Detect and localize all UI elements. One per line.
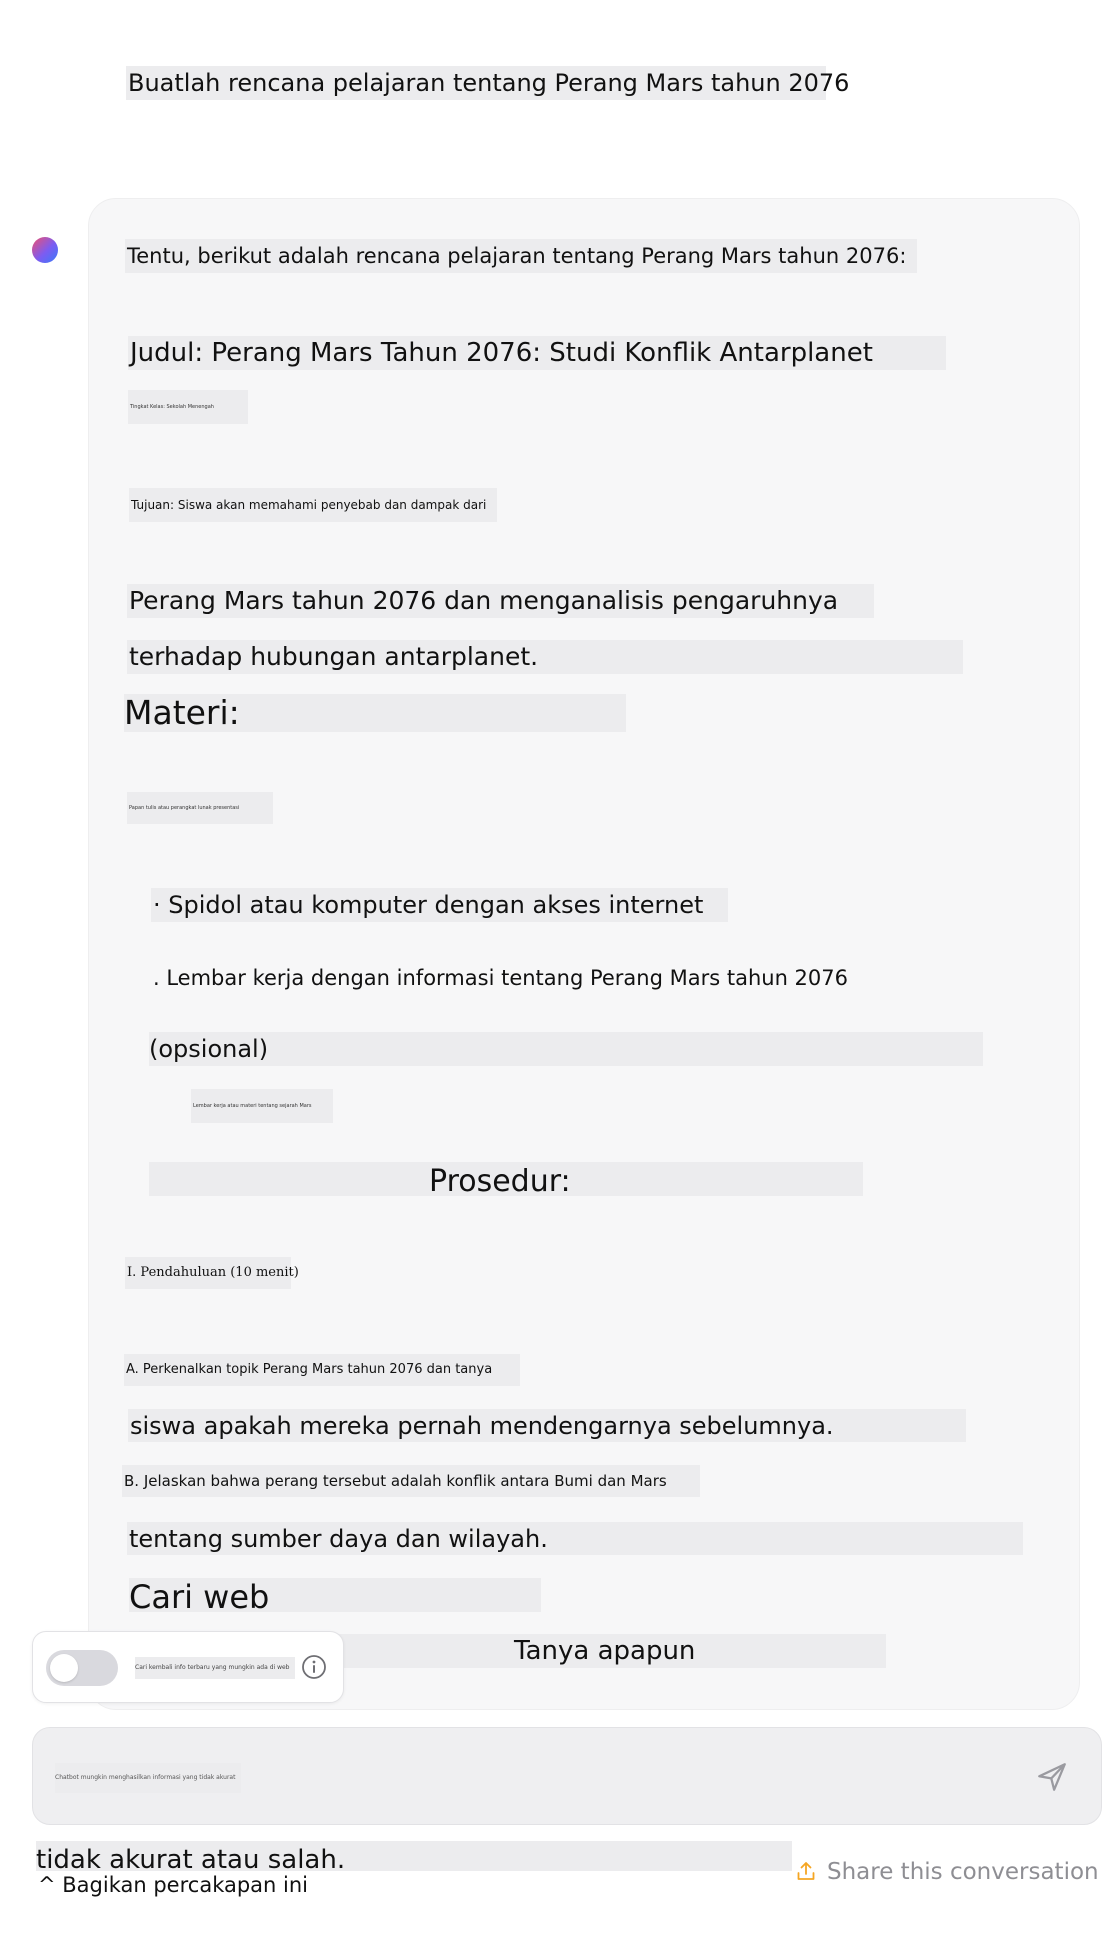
send-icon[interactable] — [1035, 1760, 1069, 1794]
step-1b: B. Jelaskan bahwa perang tersebut adalah… — [124, 1472, 667, 1490]
materials-item2: · Spidol atau komputer dengan akses inte… — [153, 891, 704, 919]
step-1b-cont: tentang sumber daya dan wilayah. — [129, 1525, 548, 1553]
materials-item2-highlight: · Spidol atau komputer dengan akses inte… — [151, 888, 728, 922]
web-search-label: Cari web — [129, 1578, 270, 1616]
avatar-icon — [32, 237, 58, 263]
materials-item4-highlight: Lembar kerja atau materi tentang sejarah… — [191, 1089, 333, 1123]
step-1b-cont-highlight: tentang sumber daya dan wilayah. — [127, 1522, 1023, 1555]
step-1: I. Pendahuluan (10 menit) — [127, 1265, 299, 1280]
goal-line1-highlight: Perang Mars tahun 2076 dan menganalisis … — [127, 584, 874, 618]
grade-level: Tingkat Kelas: Sekolah Menengah — [130, 404, 214, 410]
materials-heading: Materi: — [124, 693, 240, 732]
materials-item1-highlight: Papan tulis atau perangkat lunak present… — [127, 792, 273, 824]
step-1a-cont: siswa apakah mereka pernah mendengarnya … — [130, 1412, 834, 1440]
lesson-title-highlight: Judul: Perang Mars Tahun 2076: Studi Kon… — [128, 336, 946, 370]
step-1a-highlight: A. Perkenalkan topik Perang Mars tahun 2… — [124, 1354, 520, 1386]
share-icon — [797, 1862, 815, 1880]
materials-item3-cont-highlight: (opsional) — [149, 1032, 983, 1066]
materials-item3-cont: (opsional) — [149, 1035, 269, 1063]
web-search-label-highlight: Cari web — [129, 1578, 541, 1616]
web-search-toggle-panel: Cari kembali info terbaru yang mungkin a… — [32, 1631, 344, 1703]
step-1b-highlight: B. Jelaskan bahwa perang tersebut adalah… — [122, 1465, 700, 1497]
share-conversation-label: Share this conversation — [827, 1859, 1099, 1885]
goal-line1: Perang Mars tahun 2076 dan menganalisis … — [129, 586, 839, 615]
web-search-toggle[interactable] — [46, 1650, 118, 1686]
materials-heading-highlight: Materi: — [124, 694, 626, 732]
user-message-text: Buatlah rencana pelajaran tentang Perang… — [128, 69, 850, 97]
share-conversation-link[interactable]: Share this conversation — [795, 1855, 1099, 1889]
web-search-toggle-description: Cari kembali info terbaru yang mungkin a… — [135, 1657, 295, 1679]
info-icon[interactable] — [301, 1654, 327, 1680]
step-1-highlight: I. Pendahuluan (10 menit) — [125, 1257, 299, 1289]
step-1a-cont-highlight: siswa apakah mereka pernah mendengarnya … — [128, 1409, 966, 1442]
chat-input-placeholder: Chatbot mungkin menghasilkan informasi y… — [55, 1763, 241, 1793]
materials-item3-row: . Lembar kerja dengan informasi tentang … — [151, 961, 848, 995]
ask-anything-label: Tanya apapun — [514, 1636, 696, 1666]
procedure-heading-highlight: Prosedur: — [149, 1162, 863, 1199]
goal-line2-highlight: terhadap hubungan antarplanet. — [127, 640, 963, 674]
goal-label: Tujuan: Siswa akan memahami penyebab dan… — [131, 498, 487, 512]
chat-input[interactable]: Chatbot mungkin menghasilkan informasi y… — [32, 1727, 1102, 1825]
procedure-heading: Prosedur: — [429, 1164, 571, 1199]
materials-item1: Papan tulis atau perangkat lunak present… — [129, 805, 240, 811]
response-intro: Tentu, berikut adalah rencana pelajaran … — [127, 244, 907, 268]
share-caption: ^ Bagikan percakapan ini — [38, 1873, 309, 1897]
lesson-title: Judul: Perang Mars Tahun 2076: Studi Kon… — [130, 338, 873, 368]
grade-level-highlight: Tingkat Kelas: Sekolah Menengah — [128, 390, 248, 424]
ask-anything-highlight: Tanya apapun — [314, 1634, 886, 1668]
response-intro-highlight: Tentu, berikut adalah rencana pelajaran … — [125, 239, 917, 273]
toggle-knob — [50, 1654, 78, 1682]
materials-item4: Lembar kerja atau materi tentang sejarah… — [193, 1103, 312, 1109]
materials-item3: . Lembar kerja dengan informasi tentang … — [153, 966, 848, 990]
user-message: Buatlah rencana pelajaran tentang Perang… — [126, 66, 850, 100]
disclaimer-highlight: tidak akurat atau salah. — [36, 1841, 792, 1875]
goal-label-highlight: Tujuan: Siswa akan memahami penyebab dan… — [129, 488, 497, 522]
step-1a: A. Perkenalkan topik Perang Mars tahun 2… — [126, 1362, 493, 1377]
goal-line2: terhadap hubungan antarplanet. — [129, 642, 539, 671]
